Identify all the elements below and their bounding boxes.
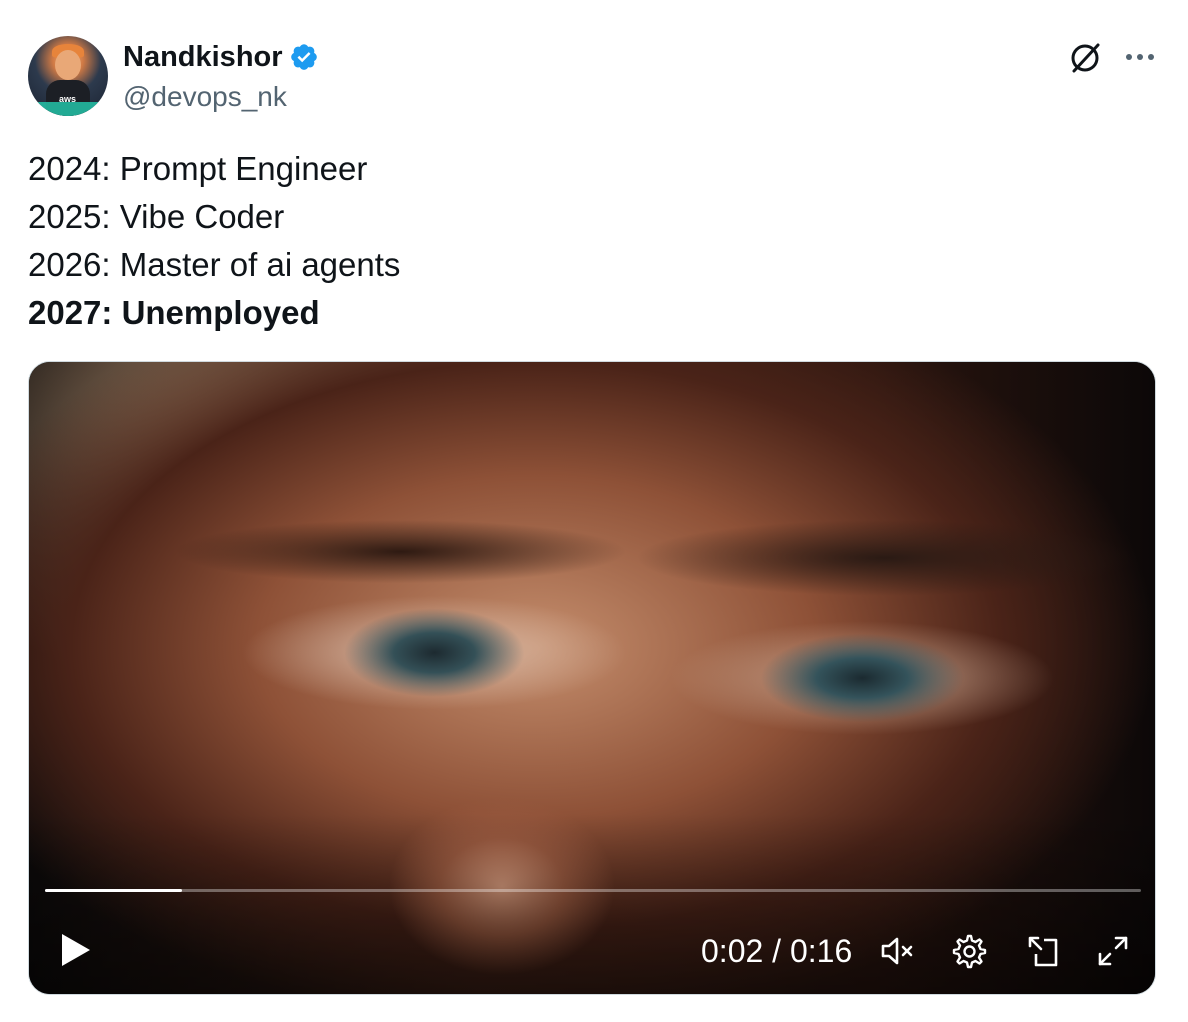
play-icon[interactable] <box>55 930 95 970</box>
fullscreen-icon[interactable] <box>1094 932 1132 970</box>
video-controls: 0:02 / 0:16 <box>29 922 1155 978</box>
tweet-text-line: 2025: Vibe Coder <box>28 198 285 235</box>
video-progress-bar[interactable] <box>45 889 1141 892</box>
avatar[interactable]: aws <box>28 36 108 116</box>
tweet-text-line: 2026: Master of ai agents <box>28 246 401 283</box>
tweet-text-line-bold: 2027: Unemployed <box>28 294 320 331</box>
video-player[interactable]: 0:02 / 0:16 <box>28 361 1156 995</box>
picture-in-picture-icon[interactable] <box>1024 932 1062 970</box>
grok-icon[interactable] <box>1065 38 1105 78</box>
video-progress-fill <box>45 889 182 892</box>
more-options-icon[interactable] <box>1120 40 1160 74</box>
avatar-face <box>55 50 81 80</box>
video-time-display: 0:02 / 0:16 <box>701 933 853 969</box>
more-dot <box>1126 54 1132 60</box>
more-dot <box>1137 54 1143 60</box>
verified-badge-icon[interactable] <box>289 42 319 72</box>
more-dot <box>1148 54 1154 60</box>
settings-gear-icon[interactable] <box>949 932 987 970</box>
tweet-text-line: 2024: Prompt Engineer <box>28 150 368 187</box>
tweet: aws Nandkishor @devops_nk 2024: Prompt E… <box>0 0 1188 1022</box>
volume-muted-icon[interactable] <box>879 932 917 970</box>
author-display-name[interactable]: Nandkishor <box>123 40 283 74</box>
author-handle[interactable]: @devops_nk <box>123 80 287 114</box>
avatar-laptop <box>38 102 98 116</box>
tweet-text: 2024: Prompt Engineer 2025: Vibe Coder 2… <box>28 145 400 337</box>
author-name-row: Nandkishor <box>123 40 319 74</box>
